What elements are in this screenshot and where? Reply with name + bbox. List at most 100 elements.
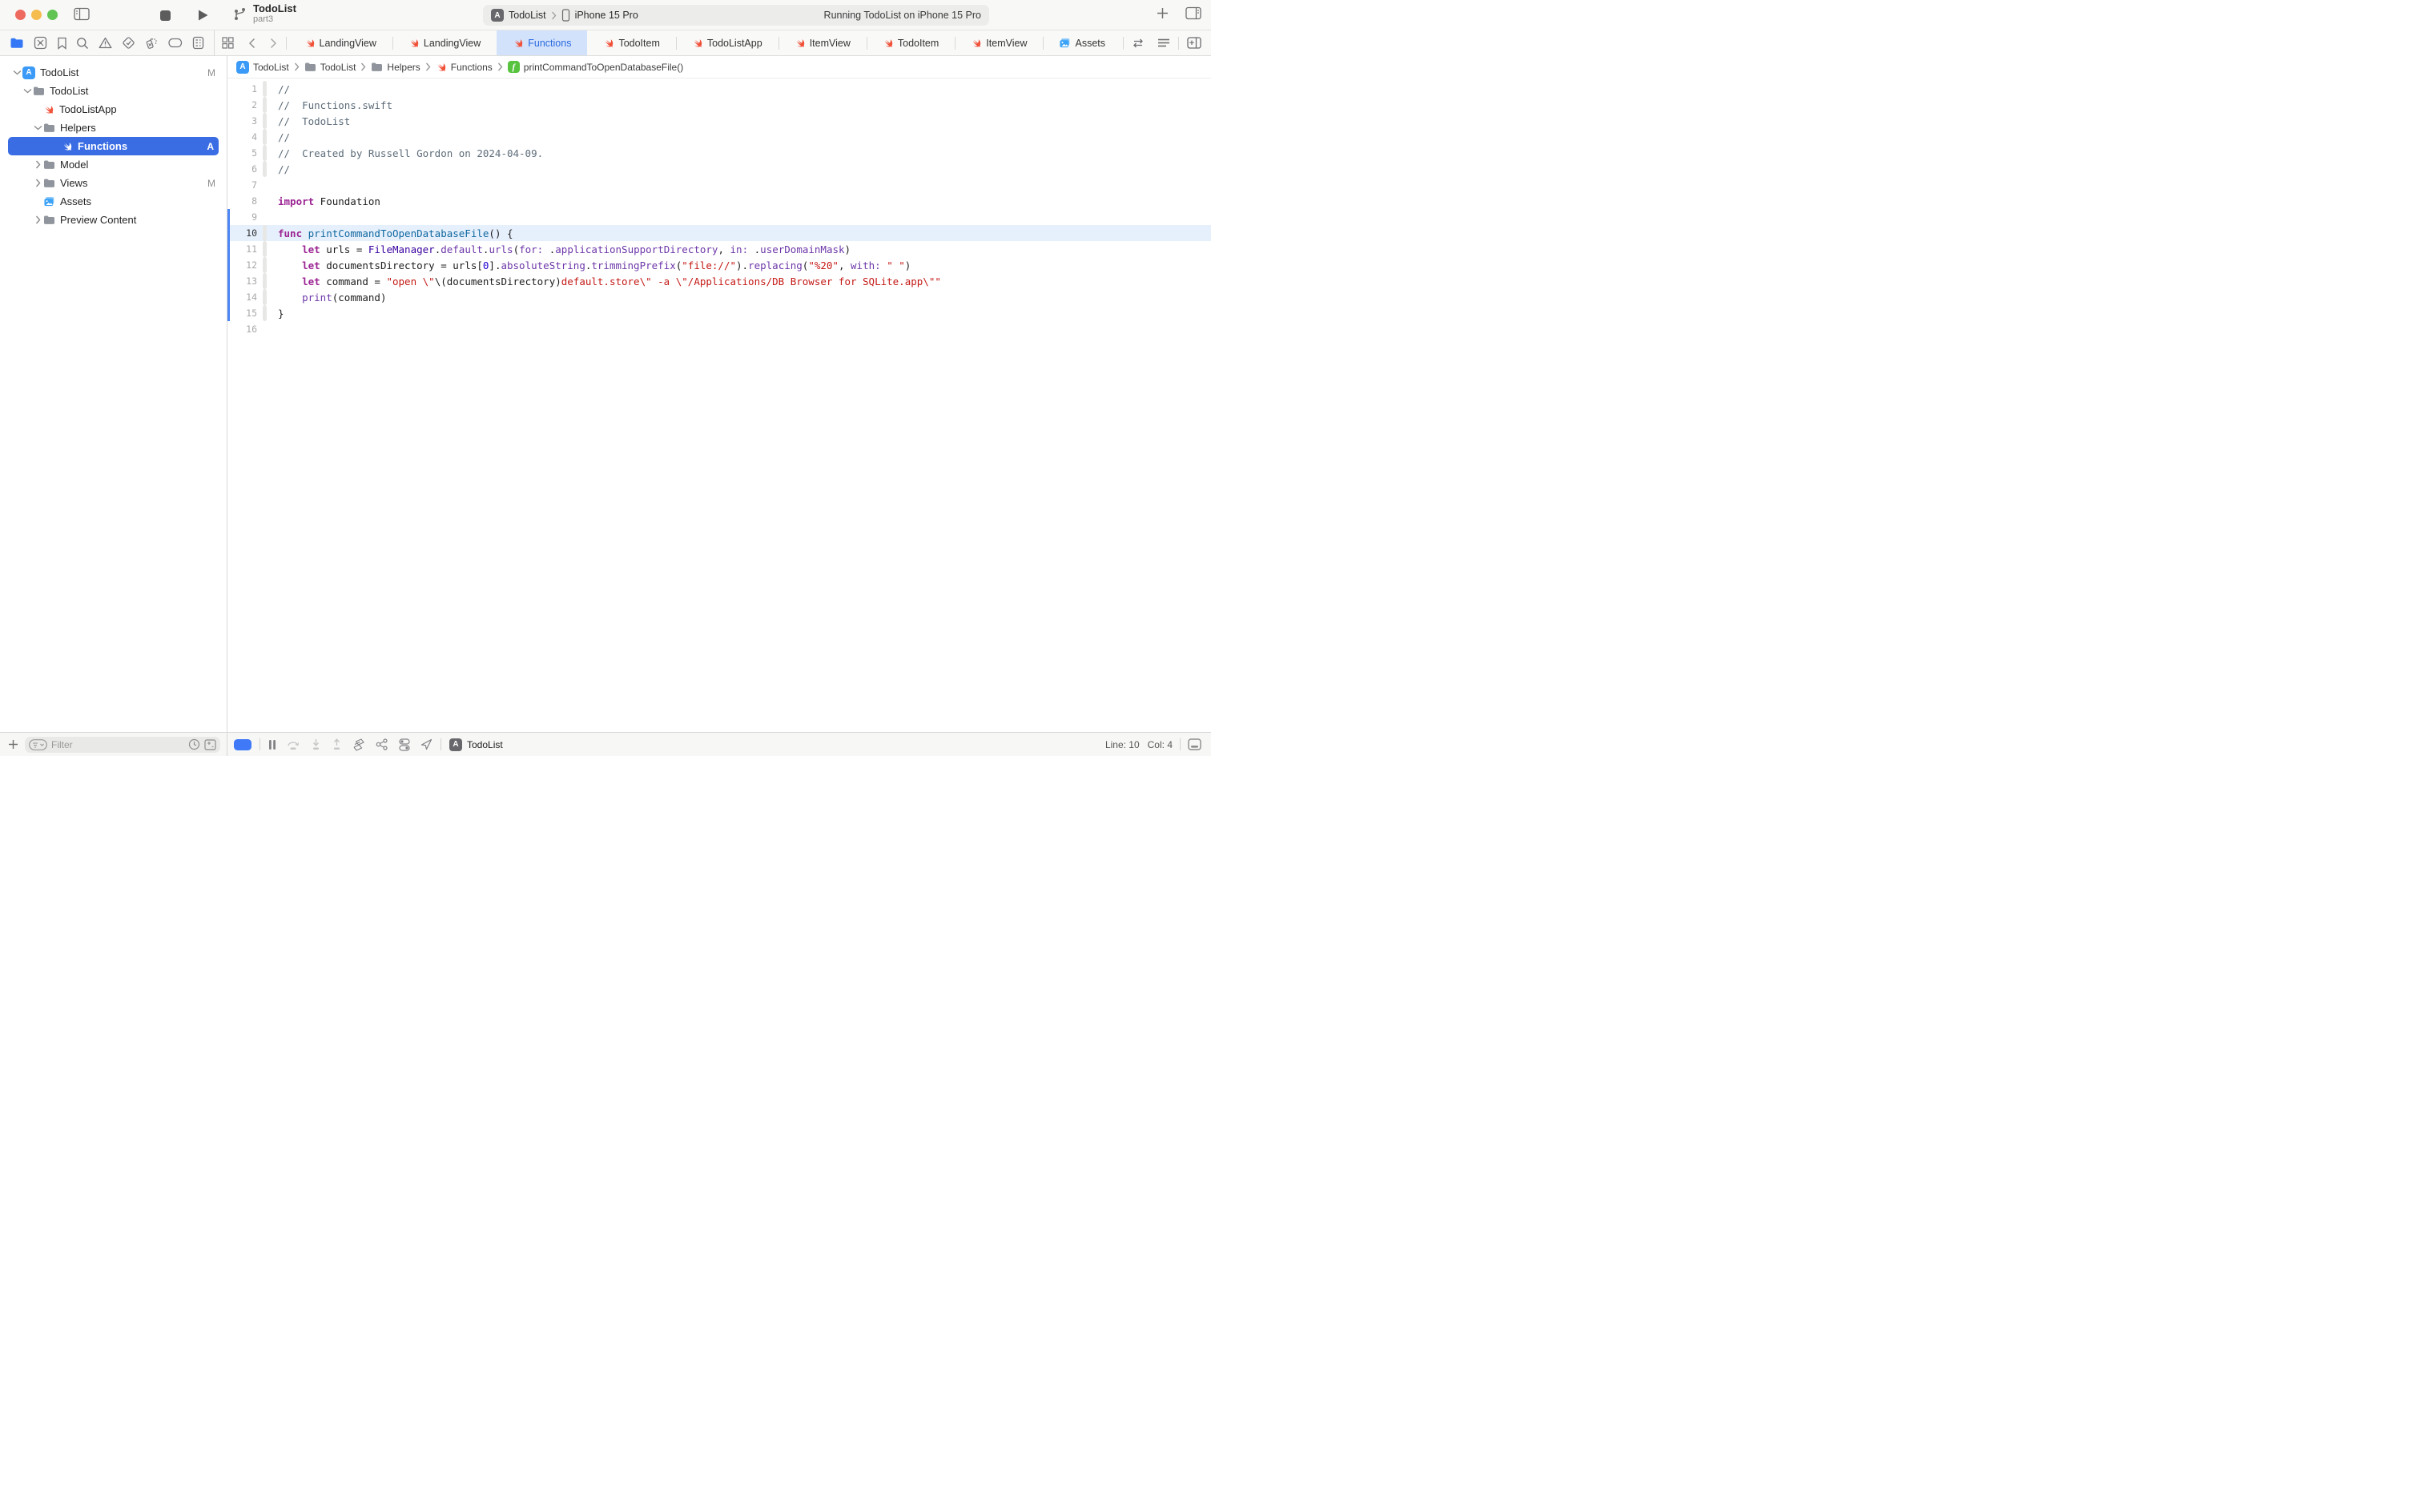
filter-options-icon[interactable] [29, 739, 47, 750]
code-line-10[interactable]: 10func printCommandToOpenDatabaseFile() … [227, 225, 1211, 241]
code-line-9[interactable]: 9 [227, 209, 1211, 225]
code-line-5[interactable]: 5// Created by Russell Gordon on 2024-04… [227, 145, 1211, 161]
debug-navigator-icon[interactable] [145, 36, 158, 50]
code-line-11[interactable]: 11 let urls = FileManager.default.urls(f… [227, 241, 1211, 257]
tab-landingview[interactable]: LandingView [288, 30, 392, 55]
tab-functions[interactable]: Functions [497, 30, 587, 55]
disclosure-chevron-icon[interactable] [32, 160, 43, 169]
breadcrumb-item[interactable]: Helpers [371, 62, 420, 73]
close-window-button[interactable] [15, 10, 26, 20]
view-hierarchy-icon[interactable] [352, 738, 365, 751]
add-icon[interactable] [1156, 6, 1169, 20]
code-line-12[interactable]: 12 let documentsDirectory = urls[0].abso… [227, 257, 1211, 273]
step-into-icon[interactable] [311, 738, 321, 750]
breadcrumb-item[interactable]: TodoList [304, 62, 356, 73]
file-tree-item-model[interactable]: Model [0, 155, 227, 174]
code-line-3[interactable]: 3// TodoList [227, 113, 1211, 129]
line-number[interactable]: 10 [230, 227, 263, 239]
line-number[interactable]: 1 [230, 83, 263, 94]
add-file-icon[interactable] [8, 739, 18, 750]
tab-itemview[interactable]: ItemView [778, 30, 867, 55]
line-number[interactable]: 11 [230, 243, 263, 255]
environment-overrides-icon[interactable] [399, 738, 410, 751]
line-number[interactable]: 12 [230, 259, 263, 271]
disclosure-chevron-icon[interactable] [11, 68, 22, 77]
file-tree-item-todolistapp[interactable]: TodoListApp [0, 100, 227, 119]
code-line-8[interactable]: 8import Foundation [227, 193, 1211, 209]
related-items-icon[interactable] [215, 30, 241, 55]
file-tree-item-todolist[interactable]: ATodoListM [0, 63, 227, 82]
navigate-back-icon[interactable] [241, 30, 263, 55]
line-number[interactable]: 2 [230, 99, 263, 111]
source-control-navigator-icon[interactable] [34, 36, 47, 50]
tab-assets[interactable]: Assets [1043, 30, 1121, 55]
file-tree-item-views[interactable]: ViewsM [0, 174, 227, 192]
code-line-15[interactable]: 15} [227, 305, 1211, 321]
add-editor-icon[interactable] [1181, 30, 1211, 55]
tab-itemview[interactable]: ItemView [955, 30, 1043, 55]
issues-navigator-icon[interactable] [99, 37, 112, 49]
tab-landingview[interactable]: LandingView [392, 30, 497, 55]
tab-todoitem[interactable]: TodoItem [587, 30, 675, 55]
code-line-6[interactable]: 6// [227, 161, 1211, 177]
code-line-14[interactable]: 14 print(command) [227, 289, 1211, 305]
toggle-debug-area-icon[interactable] [1188, 738, 1201, 750]
pause-icon[interactable] [268, 739, 276, 750]
swap-editor-icon[interactable] [1125, 30, 1151, 55]
line-number[interactable]: 6 [230, 163, 263, 175]
toggle-left-sidebar-icon[interactable] [74, 7, 90, 21]
scheme-selector[interactable]: A TodoList iPhone 15 Pro Running TodoLis… [483, 5, 989, 26]
disclosure-chevron-icon[interactable] [32, 215, 43, 224]
breakpoints-toggle[interactable] [234, 739, 251, 750]
breadcrumb-item[interactable]: ATodoList [236, 61, 289, 74]
file-tree-item-preview-content[interactable]: Preview Content [0, 211, 227, 229]
file-tree-item-assets[interactable]: Assets [0, 192, 227, 211]
stop-button[interactable] [160, 10, 171, 21]
code-line-2[interactable]: 2// Functions.swift [227, 97, 1211, 113]
scm-status-filter-icon[interactable] [204, 739, 216, 750]
recent-files-icon[interactable] [188, 738, 200, 750]
run-button[interactable] [197, 9, 209, 22]
toggle-right-sidebar-icon[interactable] [1185, 6, 1201, 20]
bookmarks-navigator-icon[interactable] [57, 37, 67, 50]
tests-navigator-icon[interactable] [122, 36, 135, 50]
line-number[interactable]: 4 [230, 131, 263, 143]
line-number[interactable]: 16 [230, 324, 263, 335]
tab-todoitem[interactable]: TodoItem [867, 30, 955, 55]
line-number[interactable]: 5 [230, 147, 263, 159]
disclosure-chevron-icon[interactable] [32, 179, 43, 187]
find-navigator-icon[interactable] [76, 37, 89, 50]
code-line-7[interactable]: 7 [227, 177, 1211, 193]
branch-name[interactable]: part3 [253, 14, 296, 24]
disclosure-chevron-icon[interactable] [22, 86, 33, 95]
code-line-4[interactable]: 4// [227, 129, 1211, 145]
tab-todolistapp[interactable]: TodoListApp [676, 30, 778, 55]
disclosure-chevron-icon[interactable] [32, 123, 43, 132]
step-out-icon[interactable] [332, 738, 342, 750]
navigate-forward-icon[interactable] [263, 30, 284, 55]
scheme-name[interactable]: TodoList [509, 10, 546, 21]
step-over-icon[interactable] [287, 739, 300, 750]
code-line-13[interactable]: 13 let command = "open \"\(documentsDire… [227, 273, 1211, 289]
filter-field[interactable]: Filter [25, 737, 220, 753]
memory-graph-icon[interactable] [376, 738, 388, 750]
breadcrumb-item[interactable]: Functions [436, 62, 493, 73]
line-number[interactable]: 15 [230, 308, 263, 319]
file-tree-item-todolist[interactable]: TodoList [0, 82, 227, 100]
run-destination[interactable]: iPhone 15 Pro [575, 10, 638, 21]
file-tree-item-functions[interactable]: FunctionsA [8, 137, 219, 155]
zoom-window-button[interactable] [47, 10, 58, 20]
file-tree-item-helpers[interactable]: Helpers [0, 119, 227, 137]
editor-options-icon[interactable] [1151, 30, 1177, 55]
project-navigator-icon[interactable] [10, 37, 24, 49]
code-line-16[interactable]: 16 [227, 321, 1211, 337]
line-number[interactable]: 7 [230, 179, 263, 191]
code-editor[interactable]: 1//2// Functions.swift3// TodoList4//5//… [227, 78, 1211, 732]
minimize-window-button[interactable] [31, 10, 42, 20]
activity-status[interactable]: Running TodoList on iPhone 15 Pro [824, 10, 981, 21]
breakpoints-navigator-icon[interactable] [167, 38, 183, 48]
line-number[interactable]: 9 [230, 211, 263, 223]
reports-navigator-icon[interactable] [192, 36, 204, 50]
line-number[interactable]: 3 [230, 115, 263, 127]
line-number[interactable]: 14 [230, 292, 263, 303]
